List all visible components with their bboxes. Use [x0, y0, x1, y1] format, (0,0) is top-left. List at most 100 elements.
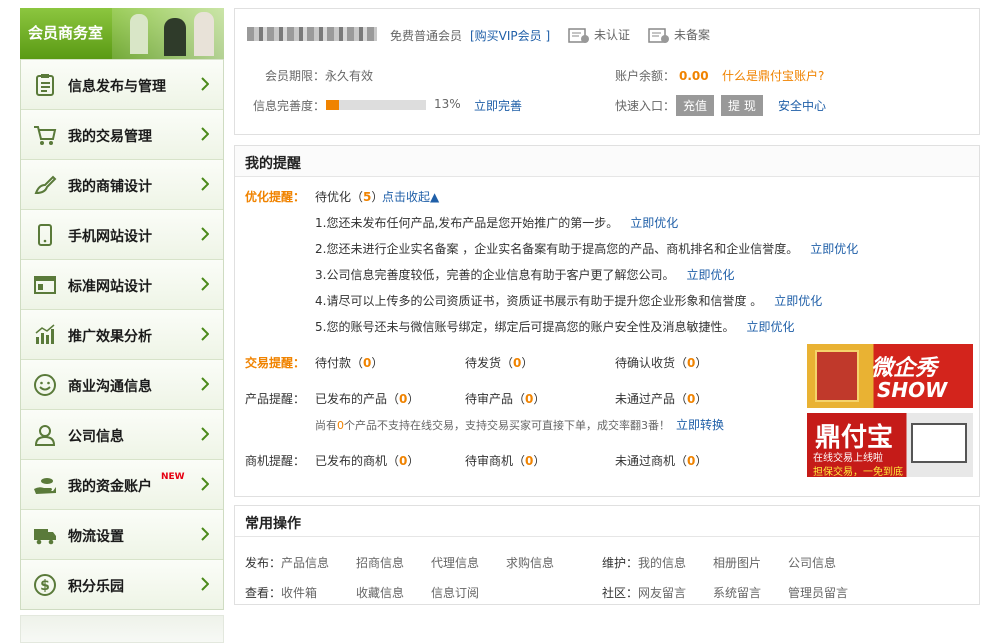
new-badge: NEW: [161, 472, 185, 482]
sidebar-item-shop-design[interactable]: 我的商铺设计: [21, 159, 223, 209]
complete-now-link[interactable]: 立即完善: [474, 97, 522, 114]
stat-end: ）: [533, 454, 546, 468]
member-type: 免费普通会员: [390, 29, 463, 43]
stat-label: 已发布的产品（: [315, 392, 400, 406]
dingfubao-banner[interactable]: 鼎付宝 在线交易上线啦 担保交易，一免到底: [807, 413, 973, 477]
sidebar-item-label: 标准网站设计: [68, 279, 152, 295]
optimize-now-link[interactable]: 立即优化: [630, 216, 678, 230]
reminder-item: 1.您还未发布任何产品,发布产品是您开始推广的第一步。 立即优化: [315, 214, 678, 231]
view-inbox-link[interactable]: 收件箱: [281, 584, 317, 601]
common-title: 常用操作: [235, 506, 979, 537]
coin-icon: $: [34, 574, 56, 596]
chevron-right-icon: [201, 527, 209, 541]
common-operations-panel: 常用操作 发布： 产品信息 招商信息 代理信息 求购信息 维护： 我的信息 相册…: [234, 505, 980, 605]
withdraw-button[interactable]: 提 现: [721, 95, 763, 116]
publish-purchase-link[interactable]: 求购信息: [506, 554, 554, 571]
maintain-company-link[interactable]: 公司信息: [788, 554, 836, 571]
sidebar-item-company-info[interactable]: 公司信息: [21, 409, 223, 459]
reminder-text: 5.您的账号还未与微信账号绑定，绑定后可提高您的账户安全性及消息敏捷性。: [315, 320, 735, 334]
biz-rejected[interactable]: 未通过商机（0）: [615, 452, 707, 469]
chevron-right-icon: [201, 427, 209, 441]
sidebar-item-points-park[interactable]: $ 积分乐园: [21, 559, 223, 609]
completeness-progress: [326, 97, 426, 111]
publish-investment-link[interactable]: 招商信息: [356, 554, 404, 571]
buy-vip-link[interactable]: [购买VIP会员 ]: [470, 27, 550, 44]
biz-label: 商机提醒：: [245, 454, 306, 468]
notice-prefix: 尚有: [315, 419, 337, 432]
weiqixiu-banner[interactable]: 微企秀 SHOW: [807, 344, 973, 408]
notice-suffix: 个产品不支持在线交易，支持交易买家可直接下单，成交率翻3番！: [344, 419, 670, 432]
cart-icon: [34, 126, 57, 145]
publish-product-link[interactable]: 产品信息: [281, 554, 329, 571]
sidebar-item-label: 我的资金账户: [68, 479, 152, 495]
sidebar-item-logistics[interactable]: 物流设置: [21, 509, 223, 559]
view-subscriptions-link[interactable]: 信息订阅: [431, 584, 479, 601]
balance-value: 0.00: [679, 69, 709, 83]
stat-end: ）: [371, 356, 384, 370]
sidebar-item-promotion-analysis[interactable]: 推广效果分析: [21, 309, 223, 359]
optimize-label: 优化提醒：: [245, 190, 306, 204]
community-user-messages-link[interactable]: 网友留言: [638, 584, 686, 601]
completeness-label: 信息完善度：: [253, 99, 326, 113]
trade-pending-payment[interactable]: 待付款（0）: [315, 354, 383, 371]
optimize-now-link[interactable]: 立即优化: [810, 242, 858, 256]
main-content: 免费普通会员 [购买VIP会员 ] 未认证 未备案 会员期限：永久有效 账户余额…: [234, 8, 980, 605]
sidebar-footer: [20, 615, 224, 643]
maintain-my-info-link[interactable]: 我的信息: [638, 554, 686, 571]
recharge-button[interactable]: 充值: [676, 95, 715, 116]
optimize-now-link[interactable]: 立即优化: [774, 294, 822, 308]
trade-label: 交易提醒：: [245, 356, 306, 370]
chevron-right-icon: [201, 127, 209, 141]
stat-label: 待确认收货（: [615, 356, 688, 370]
account-summary: 免费普通会员 [购买VIP会员 ] 未认证 未备案 会员期限：永久有效 账户余额…: [234, 8, 980, 135]
stat-end: ）: [407, 392, 420, 406]
reminders-title: 我的提醒: [235, 146, 979, 177]
product-pending-review[interactable]: 待审产品（0）: [465, 390, 545, 407]
sidebar-item-fund-account[interactable]: 我的资金账户 NEW: [21, 459, 223, 509]
biz-pending-review[interactable]: 待审商机（0）: [465, 452, 545, 469]
optimize-now-link[interactable]: 立即优化: [746, 320, 794, 334]
publish-label: 发布：: [245, 556, 282, 570]
pending-optimize: 待优化（5）: [315, 188, 383, 205]
account-name: [247, 27, 377, 44]
view-label: 查看：: [245, 586, 282, 600]
what-is-account-link[interactable]: 什么是鼎付宝账户?: [722, 67, 824, 84]
view-favorites-link[interactable]: 收藏信息: [356, 584, 404, 601]
sidebar-item-info-publish[interactable]: 信息发布与管理: [21, 59, 223, 109]
community-system-messages-link[interactable]: 系统留言: [713, 584, 761, 601]
balance-label: 账户余额：: [615, 69, 676, 83]
clipboard-icon: [36, 74, 54, 96]
membership-period: 会员期限：永久有效: [265, 67, 373, 84]
community-admin-messages-link[interactable]: 管理员留言: [788, 584, 848, 601]
sidebar-item-mobile-site[interactable]: 手机网站设计: [21, 209, 223, 259]
optimize-now-link[interactable]: 立即优化: [686, 268, 734, 282]
trade-pending-ship[interactable]: 待发货（0）: [465, 354, 533, 371]
product-published[interactable]: 已发布的产品（0）: [315, 390, 419, 407]
biz-published[interactable]: 已发布的商机（0）: [315, 452, 419, 469]
collapse-link[interactable]: 点击收起▲: [382, 188, 439, 205]
convert-now-link[interactable]: 立即转换: [676, 418, 724, 432]
stat-label: 待发货（: [465, 356, 514, 370]
chevron-right-icon: [201, 327, 209, 341]
product-rejected[interactable]: 未通过产品（0）: [615, 390, 707, 407]
publish-agency-link[interactable]: 代理信息: [431, 554, 479, 571]
maintain-album-link[interactable]: 相册图片: [713, 554, 761, 571]
trade-pending-receipt[interactable]: 待确认收货（0）: [615, 354, 707, 371]
sidebar-item-trade[interactable]: 我的交易管理: [21, 109, 223, 159]
brush-icon: [34, 175, 57, 195]
banner-subtitle: 在线交易上线啦: [813, 453, 883, 464]
notice-count: 0: [337, 419, 344, 432]
reminder-text: 3.公司信息完善度较低，完善的企业信息有助于客户更了解您公司。: [315, 268, 675, 282]
sidebar-item-business-communication[interactable]: 商业沟通信息: [21, 359, 223, 409]
chevron-right-icon: [201, 277, 209, 291]
not-filed-text: 未备案: [674, 28, 711, 42]
sidebar-item-label: 物流设置: [68, 529, 124, 545]
sidebar-item-standard-site[interactable]: 标准网站设计: [21, 259, 223, 309]
chevron-right-icon: [201, 77, 209, 91]
stat-end: ）: [533, 392, 546, 406]
filing-status: 未备案: [648, 26, 710, 44]
security-center-link[interactable]: 安全中心: [778, 97, 826, 114]
chevron-right-icon: [201, 227, 209, 241]
certification-status: 未认证: [568, 26, 630, 44]
sidebar-menu: 信息发布与管理 我的交易管理 我的商铺设计 手机网站设计 标准网站设计 推广效果…: [20, 59, 224, 610]
